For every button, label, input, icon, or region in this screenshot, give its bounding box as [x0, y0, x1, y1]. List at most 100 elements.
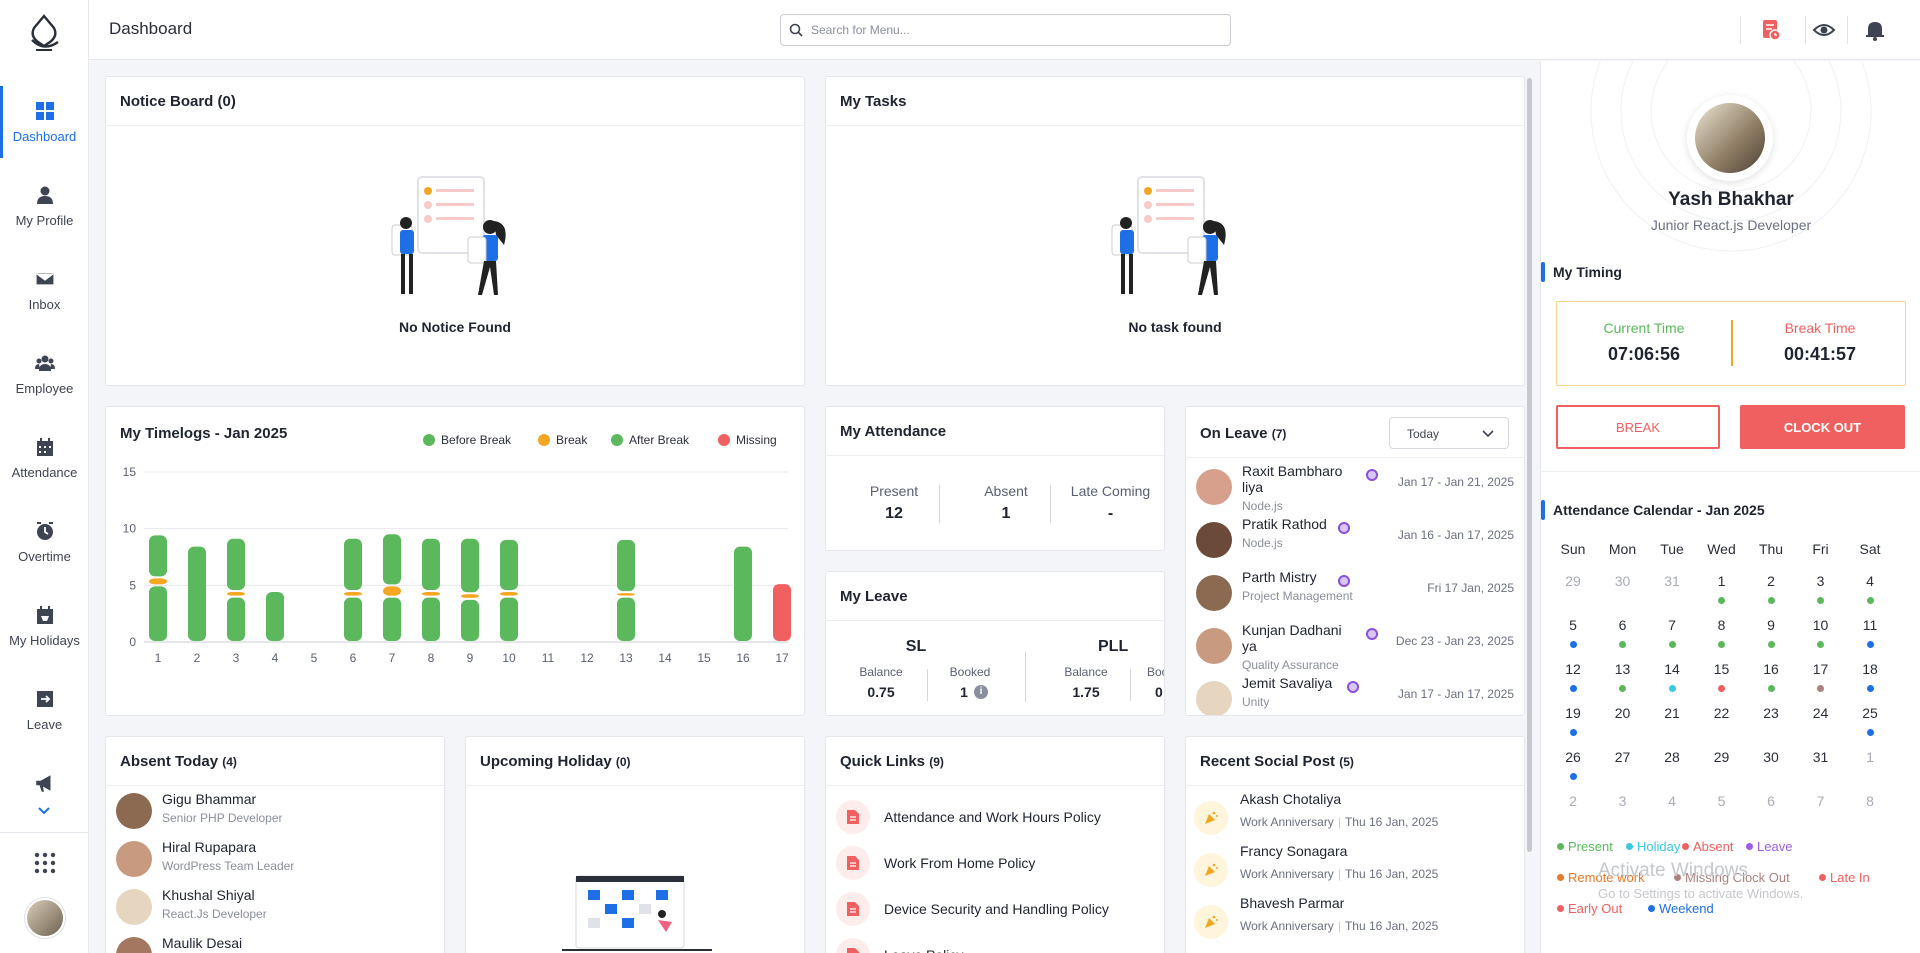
- on-leave-row[interactable]: Parth Mistry Project Management Fri 17 Jan…: [1186, 569, 1524, 617]
- sidebar-item-attendance[interactable]: Attendance: [0, 422, 89, 494]
- calendar-day[interactable]: 5: [1548, 617, 1598, 633]
- on-leave-filter-select[interactable]: Today: [1389, 417, 1509, 449]
- bar-segment[interactable]: [227, 597, 245, 641]
- bar-segment[interactable]: [422, 597, 440, 641]
- bar-segment[interactable]: [344, 592, 362, 596]
- calendar-day[interactable]: 31: [1647, 573, 1697, 589]
- calendar-day[interactable]: 3: [1598, 793, 1648, 809]
- megaphone-icon[interactable]: [34, 772, 56, 794]
- quick-link-item[interactable]: Leave Policy: [836, 933, 963, 953]
- calendar-day[interactable]: 12: [1548, 661, 1598, 677]
- sidebar-item-overtime[interactable]: Overtime: [0, 506, 89, 578]
- absent-row[interactable]: Khushal Shiyal React.Js Developer: [106, 887, 444, 935]
- calendar-day[interactable]: 29: [1548, 573, 1598, 589]
- calendar-day[interactable]: 7: [1647, 617, 1697, 633]
- quick-link-item[interactable]: Device Security and Handling Policy: [836, 887, 1109, 931]
- on-leave-row[interactable]: Pratik Rathod Node.js Jan 16 - Jan 17, 202…: [1186, 516, 1524, 564]
- bar-segment[interactable]: [344, 597, 362, 641]
- bar-segment[interactable]: [266, 592, 284, 641]
- quick-link-item[interactable]: Attendance and Work Hours Policy: [836, 795, 1101, 839]
- calendar-day[interactable]: 17: [1796, 661, 1846, 677]
- bar-segment[interactable]: [383, 586, 401, 596]
- calendar-day[interactable]: 20: [1598, 705, 1648, 721]
- calendar-day[interactable]: 3: [1796, 573, 1846, 589]
- bar-segment[interactable]: [461, 538, 479, 593]
- calendar-day[interactable]: 4: [1845, 573, 1895, 589]
- sidebar-item-employee[interactable]: Employee: [0, 338, 89, 410]
- bar-segment[interactable]: [344, 538, 362, 590]
- bar-segment[interactable]: [773, 584, 791, 641]
- on-leave-row[interactable]: Kunjan Dadhani ya Quality Assurance Dec 23…: [1186, 622, 1524, 672]
- calendar-day[interactable]: 22: [1697, 705, 1747, 721]
- user-avatar[interactable]: [25, 898, 65, 938]
- calendar-day[interactable]: 8: [1845, 793, 1895, 809]
- calendar-day[interactable]: 10: [1796, 617, 1846, 633]
- bar-segment[interactable]: [188, 546, 206, 641]
- calendar-day[interactable]: 9: [1746, 617, 1796, 633]
- bar-segment[interactable]: [461, 599, 479, 641]
- calendar-day[interactable]: 21: [1647, 705, 1697, 721]
- bar-segment[interactable]: [461, 594, 479, 598]
- calendar-day[interactable]: 1: [1697, 573, 1747, 589]
- main-scrollbar[interactable]: [1527, 78, 1532, 852]
- search-box[interactable]: [780, 14, 1231, 46]
- bar-segment[interactable]: [383, 597, 401, 641]
- calendar-day[interactable]: 1: [1845, 749, 1895, 765]
- absent-row[interactable]: Maulik Desai: [106, 935, 444, 953]
- absent-row[interactable]: Hiral Rupapara WordPress Team Leader: [106, 839, 444, 887]
- calendar-day[interactable]: 6: [1746, 793, 1796, 809]
- calendar-day[interactable]: 7: [1796, 793, 1846, 809]
- break-button[interactable]: BREAK: [1556, 405, 1720, 449]
- bar-segment[interactable]: [422, 592, 440, 596]
- social-post-row[interactable]: Francy Sonagara Work Anniversary | Thu 16 J…: [1186, 843, 1524, 891]
- calendar-day[interactable]: 5: [1697, 793, 1747, 809]
- bar-segment[interactable]: [227, 592, 245, 596]
- bar-segment[interactable]: [149, 586, 167, 641]
- bar-segment[interactable]: [149, 535, 167, 577]
- social-post-row[interactable]: Akash Chotaliya Work Anniversary | Thu 16 J…: [1186, 791, 1524, 839]
- bar-segment[interactable]: [617, 539, 635, 592]
- calendar-day[interactable]: 31: [1796, 749, 1846, 765]
- bar-segment[interactable]: [383, 534, 401, 585]
- calendar-day[interactable]: 24: [1796, 705, 1846, 721]
- calendar-day[interactable]: 11: [1845, 617, 1895, 633]
- profile-avatar[interactable]: [1695, 103, 1765, 173]
- timer-badge-icon[interactable]: [1759, 18, 1783, 42]
- bar-segment[interactable]: [422, 538, 440, 590]
- on-leave-row[interactable]: Jemit Savaliya Unity Jan 17 - Jan 17, 2025: [1186, 675, 1524, 715]
- calendar-day[interactable]: 13: [1598, 661, 1648, 677]
- company-logo[interactable]: [22, 12, 67, 57]
- eye-icon[interactable]: [1812, 18, 1836, 42]
- calendar-day[interactable]: 23: [1746, 705, 1796, 721]
- social-post-row[interactable]: Bhavesh Parmar Work Anniversary | Thu 16 Ja…: [1186, 895, 1524, 943]
- sidebar-item-my-holidays[interactable]: My Holidays: [0, 590, 89, 662]
- search-input[interactable]: [811, 23, 1211, 37]
- bar-segment[interactable]: [500, 539, 518, 590]
- calendar-day[interactable]: 29: [1697, 749, 1747, 765]
- apps-grid-icon[interactable]: [34, 852, 56, 874]
- calendar-day[interactable]: 8: [1697, 617, 1747, 633]
- sidebar-item-leave[interactable]: Leave: [0, 674, 89, 746]
- bell-icon[interactable]: [1863, 18, 1887, 42]
- bar-segment[interactable]: [617, 593, 635, 596]
- bar-segment[interactable]: [734, 546, 752, 641]
- calendar-day[interactable]: 25: [1845, 705, 1895, 721]
- calendar-day[interactable]: 27: [1598, 749, 1648, 765]
- absent-row[interactable]: Gigu Bhammar Senior PHP Developer: [106, 791, 444, 839]
- bar-segment[interactable]: [227, 538, 245, 590]
- bar-segment[interactable]: [617, 597, 635, 641]
- info-icon[interactable]: i: [974, 685, 988, 699]
- calendar-day[interactable]: 26: [1548, 749, 1598, 765]
- sidebar-item-dashboard[interactable]: Dashboard: [0, 86, 89, 158]
- on-leave-row[interactable]: Raxit Bambharo liya Node.js Jan 17 - Jan 2…: [1186, 463, 1524, 513]
- calendar-day[interactable]: 28: [1647, 749, 1697, 765]
- calendar-day[interactable]: 15: [1697, 661, 1747, 677]
- calendar-day[interactable]: 30: [1746, 749, 1796, 765]
- sidebar-item-inbox[interactable]: Inbox: [0, 254, 89, 326]
- calendar-day[interactable]: 2: [1746, 573, 1796, 589]
- clock-out-button[interactable]: CLOCK OUT: [1740, 405, 1905, 449]
- quick-link-item[interactable]: Work From Home Policy: [836, 841, 1035, 885]
- calendar-day[interactable]: 2: [1548, 793, 1598, 809]
- calendar-day[interactable]: 14: [1647, 661, 1697, 677]
- sidebar-item-my-profile[interactable]: My Profile: [0, 170, 89, 242]
